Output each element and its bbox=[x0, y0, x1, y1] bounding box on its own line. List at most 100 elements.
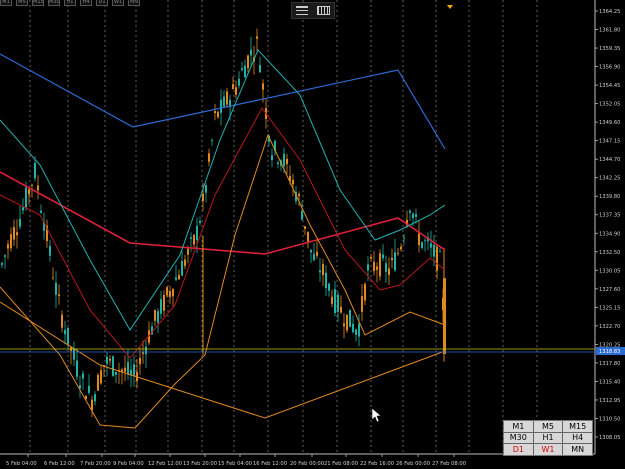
time-label: 20 Feb 00:00 bbox=[290, 461, 324, 467]
candle-body bbox=[388, 268, 390, 275]
candle-body bbox=[22, 207, 24, 211]
candle-body bbox=[235, 87, 237, 95]
price-label: 1334.90 bbox=[599, 231, 620, 237]
candle-body bbox=[370, 256, 372, 259]
candle-body bbox=[163, 294, 165, 311]
candle-body bbox=[142, 352, 144, 354]
candle-body bbox=[355, 329, 357, 335]
timeframe-button-mn[interactable]: MN bbox=[563, 444, 592, 455]
candle-body bbox=[40, 210, 42, 213]
candle-body bbox=[181, 261, 183, 276]
candle-body bbox=[217, 111, 219, 118]
top-timeframe-w1[interactable]: W1 bbox=[112, 0, 124, 6]
candle-body bbox=[301, 211, 303, 220]
price-label: 1352.05 bbox=[599, 102, 620, 108]
time-label: 12 Feb 12:00 bbox=[148, 461, 182, 467]
price-label: 1337.35 bbox=[599, 213, 620, 219]
candle-body bbox=[286, 158, 288, 165]
price-label: 1315.40 bbox=[599, 379, 620, 385]
candle-body bbox=[331, 296, 333, 304]
candle-body bbox=[49, 246, 51, 256]
candle-body bbox=[382, 254, 384, 259]
candle-body bbox=[443, 278, 446, 354]
chart-toolbar[interactable] bbox=[291, 2, 335, 19]
candle-body bbox=[361, 296, 363, 312]
candle-body bbox=[319, 270, 321, 273]
timeframe-button-w1[interactable]: W1 bbox=[533, 444, 563, 455]
candle-body bbox=[334, 289, 336, 313]
menu-icon[interactable] bbox=[296, 6, 309, 15]
candle-body bbox=[199, 221, 201, 223]
price-label: 1349.60 bbox=[599, 120, 620, 126]
candle-body bbox=[250, 49, 252, 56]
candle-body bbox=[277, 162, 279, 165]
price-label: 1342.25 bbox=[599, 176, 620, 182]
candle-body bbox=[16, 232, 18, 236]
candle-body bbox=[205, 185, 207, 193]
time-label: 16 Feb 12:00 bbox=[253, 461, 287, 467]
chart-shift-marker-icon[interactable] bbox=[447, 5, 453, 9]
price-label: 1312.95 bbox=[599, 398, 620, 404]
candle-body bbox=[124, 367, 126, 372]
candle-body bbox=[376, 266, 378, 270]
price-label: 1325.15 bbox=[599, 305, 620, 311]
top-timeframe-d1[interactable]: D1 bbox=[96, 0, 108, 6]
top-timeframe-m30[interactable]: M30 bbox=[48, 0, 60, 6]
candle-body bbox=[304, 226, 306, 229]
candle-body bbox=[112, 356, 114, 376]
timeframe-button-m30[interactable]: M30 bbox=[504, 432, 533, 444]
candle-body bbox=[238, 78, 240, 86]
candle-body bbox=[52, 277, 54, 279]
price-label: 1364.25 bbox=[599, 9, 620, 15]
candle-body bbox=[397, 253, 399, 254]
timeframe-button-d1[interactable]: D1 bbox=[504, 444, 533, 455]
candle-body bbox=[106, 356, 108, 364]
top-timeframe-h4[interactable]: H4 bbox=[80, 0, 92, 6]
price-label: 1347.15 bbox=[599, 139, 620, 145]
time-label: 5 Feb 04:00 bbox=[6, 461, 37, 467]
top-timeframe-h1[interactable]: H1 bbox=[64, 0, 76, 6]
price-chart[interactable]: 1364.25 1361.80 1359.35 1356.90 1354.45 1352.… bbox=[0, 0, 625, 469]
candle-body bbox=[91, 399, 93, 411]
candle-body bbox=[7, 244, 9, 249]
candle-body bbox=[298, 194, 300, 197]
timeframe-button-m15[interactable]: M15 bbox=[563, 421, 592, 432]
candle-body bbox=[358, 323, 360, 337]
time-label: 9 Feb 04:00 bbox=[113, 461, 144, 467]
candle-body bbox=[241, 68, 243, 71]
candle-body bbox=[169, 291, 171, 297]
candle-body bbox=[259, 65, 261, 73]
candle-body bbox=[367, 264, 369, 271]
price-label: 1361.80 bbox=[599, 28, 620, 34]
candle-body bbox=[214, 111, 216, 114]
price-label: 1344.70 bbox=[599, 157, 620, 163]
candle-body bbox=[100, 370, 102, 384]
candle-body bbox=[73, 349, 75, 360]
top-timeframe-m1[interactable]: M1 bbox=[0, 0, 12, 6]
candle-body bbox=[292, 179, 294, 185]
candle-body bbox=[322, 264, 324, 276]
top-timeframe-m15[interactable]: M15 bbox=[32, 0, 44, 6]
top-timeframe-mn[interactable]: MN bbox=[128, 0, 140, 6]
candle-body bbox=[58, 294, 60, 296]
timeframe-button-m5[interactable]: M5 bbox=[533, 421, 563, 432]
keyboard-icon[interactable] bbox=[316, 6, 330, 15]
timeframe-button-h4[interactable]: H4 bbox=[563, 432, 592, 444]
timeframe-button-h1[interactable]: H1 bbox=[533, 432, 563, 444]
price-label: 1339.80 bbox=[599, 194, 620, 200]
candle-body bbox=[430, 243, 432, 248]
candle-body bbox=[109, 358, 111, 361]
top-timeframe-strip: M1 M5 M15 M30 H1 H4 D1 W1 MN bbox=[0, 0, 144, 6]
price-label: 1330.05 bbox=[599, 268, 620, 274]
candle-body bbox=[394, 252, 396, 271]
candle-body bbox=[307, 231, 309, 242]
candle-body bbox=[139, 357, 141, 365]
candle-body bbox=[400, 246, 402, 250]
candle-body bbox=[115, 371, 117, 375]
orange-channel-lower bbox=[0, 301, 446, 419]
candle-body bbox=[184, 259, 186, 266]
candle-body bbox=[187, 248, 189, 255]
timeframe-button-m1[interactable]: M1 bbox=[504, 421, 533, 432]
candle-body bbox=[67, 327, 69, 345]
top-timeframe-m5[interactable]: M5 bbox=[16, 0, 28, 6]
